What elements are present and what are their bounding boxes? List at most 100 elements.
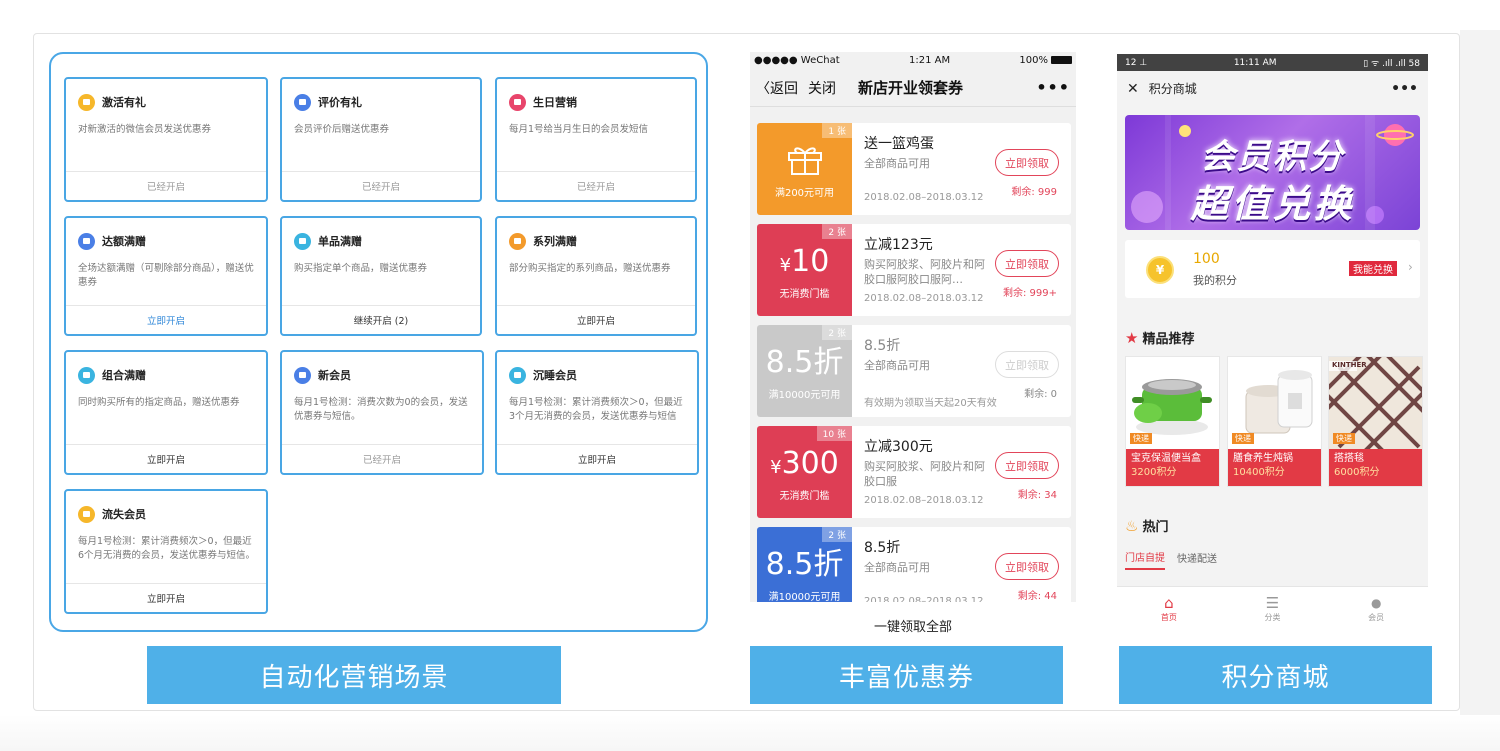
card-title: 组合满赠 [102,369,146,382]
tab-pickup[interactable]: 门店自提 [1125,544,1165,570]
card-status-button[interactable]: 立即开启 [497,305,695,334]
gift-icon [788,147,822,175]
card-title: 生日营销 [533,96,577,109]
featured-heading: ★ 精品推荐 [1125,328,1195,348]
coupon-condition: 满200元可用 [774,188,835,199]
coupon-card: 1 张满200元可用 送一篮鸡蛋 全部商品可用 2018.02.08–2018.03.… [757,123,1071,215]
back-label: 返回 [770,80,798,97]
card-status-button[interactable]: 立即开启 [66,583,266,612]
card-title: 单品满赠 [318,235,362,248]
bottom-nav-item[interactable]: ☰ 分类 [1221,587,1325,631]
close-button[interactable]: 关闭 [808,78,836,98]
card-title: 沉睡会员 [533,369,577,382]
points-mall-phone-screen: 12 ⊥ 11:11 AM ▯ ᯤ .ıll .ıll 58 ✕ 积分商城 ••… [1117,54,1428,631]
carrier-text: ●●●●● WeChat [754,55,840,66]
product-card[interactable]: 快递 膳食养生炖锅 10400积分 [1227,356,1322,487]
scenario-card[interactable]: 评价有礼 会员评价后赠送优惠券 已经开启 [280,77,482,202]
scenario-card[interactable]: 新会员 每月1号检测：消费次数为0的会员，发送优惠券与短信。 已经开启 [280,350,484,475]
status-time: 1:21 AM [908,55,951,66]
card-title: 达额满赠 [102,235,146,248]
featured-label: 精品推荐 [1142,332,1195,347]
card-status-button[interactable]: 继续开启 (2) [282,305,480,334]
product-brand: KINTHER [1332,361,1367,369]
coupon-value: ¥10 [757,244,852,284]
card-status-button[interactable]: 立即开启 [66,444,266,473]
currency-symbol: ¥ [779,255,792,276]
card-status-button[interactable]: 立即开启 [66,305,266,334]
marketing-scenarios-panel: 激活有礼 对新激活的微信会员发送优惠券 已经开启 评价有礼 会员评价后赠送优惠券 已经开启… [49,52,708,632]
coupon-validity: 2018.02.08–2018.03.12 [864,192,984,203]
page-title: 新店开业领套券 [858,79,964,97]
scenario-icon [78,93,95,111]
card-description: 每月1号给当月生日的会员发短信 [509,124,649,135]
hot-label: 热门 [1142,520,1169,535]
scenario-icon [78,232,95,250]
coupon-amount: 300 [781,446,839,481]
more-menu-button[interactable]: ••• [1036,78,1070,97]
product-name: 膳食养生炖锅 [1233,453,1293,464]
coupon-count-badge: 10 张 [816,426,852,441]
bottom-nav-item[interactable]: ⌂ 首页 [1117,587,1221,631]
claim-coupon-button[interactable]: 立即领取 [995,250,1059,277]
bottom-nav: ⌂ 首页 ☰ 分类 ● 会员 [1117,586,1428,631]
claim-coupon-button[interactable]: 立即领取 [995,452,1059,479]
card-title: 流失会员 [102,508,146,521]
bottom-nav-item[interactable]: ● 会员 [1324,587,1428,631]
page-title: 积分商城 [1148,82,1197,96]
coupon-scope: 购买阿胶浆、阿胶片和阿胶口服阿胶口服阿… [864,258,985,286]
shipping-tag: 快递 [1232,433,1254,444]
card-header: 达额满赠 [78,232,146,250]
claim-coupon-button[interactable]: 立即领取 [995,149,1059,176]
close-icon[interactable]: ✕ [1127,81,1139,97]
coupon-count-badge: 2 张 [822,527,852,542]
claim-coupon-button: 立即领取 [995,351,1059,378]
back-button[interactable]: 〈返回 [756,78,798,98]
hot-heading: ♨ 热门 [1125,516,1169,536]
scenario-card[interactable]: 流失会员每月1号检测：累计消费频次＞0，但最近6个月无消费的会员，发送优惠券与短… [64,489,268,614]
shipping-tag: 快递 [1130,433,1152,444]
card-status-button[interactable]: 已经开启 [497,171,695,200]
scenario-icon [509,366,526,384]
shipping-tag: 快递 [1333,433,1355,444]
caption-points-mall: 积分商城 [1119,646,1432,704]
more-menu-button[interactable]: ••• [1391,81,1418,97]
card-description: 对新激活的微信会员发送优惠券 [78,124,212,135]
card-description: 全场达额满赠（可剔除部分商品），赠送优惠券 [78,263,254,288]
card-title: 新会员 [318,369,351,382]
claim-all-button[interactable]: 一键领取全部 [750,602,1076,648]
card-status-button[interactable]: 立即开启 [497,444,697,473]
claim-coupon-button[interactable]: 立即领取 [995,553,1059,580]
scenario-card[interactable]: 达额满赠全场达额满赠（可剔除部分商品），赠送优惠券立即开启 [64,216,268,336]
bottom-nav-label: 分类 [1264,613,1281,622]
scenario-card[interactable]: 激活有礼 对新激活的微信会员发送优惠券 已经开启 [64,77,268,202]
banner-line2: 超值兑换 [1190,182,1355,226]
coupon-remaining: 剩余: 0 [1024,389,1057,400]
card-description: 每月1号检测：累计消费频次＞0，但最近6个月无消费的会员，发送优惠券与短信。 [78,536,256,561]
coupon-condition: 无消费门槛 [779,491,830,502]
scenario-card[interactable]: 单品满赠购买指定单个商品，赠送优惠券继续开启 (2) [280,216,482,336]
scenario-icon [294,93,311,111]
product-card[interactable]: 快递 宝克保温便当盒 3200积分 [1125,356,1220,487]
scenario-card[interactable]: 系列满赠 部分购买指定的系列商品，赠送优惠券 立即开启 [495,216,697,336]
card-status-button[interactable]: 已经开启 [282,444,482,473]
product-card[interactable]: KINTHER 快递 搭搭毯 6000积分 [1328,356,1423,487]
promo-banner[interactable]: 会员积分 超值兑换 [1125,115,1420,230]
caption-marketing: 自动化营销场景 [147,646,561,704]
scenario-card[interactable]: 生日营销每月1号给当月生日的会员发短信已经开启 [495,77,697,202]
my-points-card[interactable]: ¥ 100 我的积分 我能兑换 › [1125,240,1420,298]
tab-delivery[interactable]: 快递配送 [1177,544,1217,570]
scenario-card[interactable]: 组合满赠 同时购买所有的指定商品，赠送优惠券 立即开启 [64,350,268,475]
scenario-icon [78,366,95,384]
page: 激活有礼 对新激活的微信会员发送优惠券 已经开启 评价有礼 会员评价后赠送优惠券 已经开启… [0,0,1500,751]
card-status-button[interactable]: 已经开启 [282,171,480,200]
card-description: 购买指定单个商品，赠送优惠券 [294,263,428,274]
card-status-button[interactable]: 已经开启 [66,171,266,200]
coupon-condition: 满10000元可用 [768,592,841,603]
coupon-scope: 全部商品可用 [864,359,930,372]
coin-icon: ¥ [1146,256,1174,284]
scenario-card[interactable]: 沉睡会员 每月1号检测：累计消费频次＞0，但最近3个月无消费的会员，发送优惠券与短… [495,350,699,475]
coupon-count-badge: 2 张 [822,325,852,340]
redeem-button[interactable]: 我能兑换 [1349,261,1397,276]
scenario-icon [294,366,311,384]
decor-right [1460,30,1500,751]
